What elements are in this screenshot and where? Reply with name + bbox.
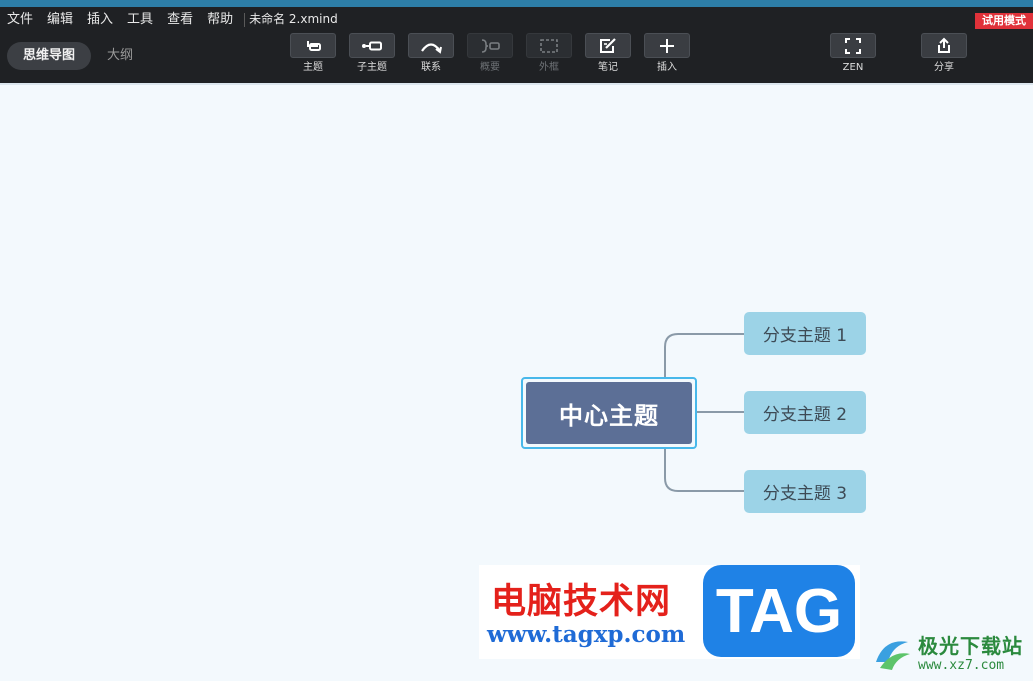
zen-button[interactable]: ZEN bbox=[829, 33, 877, 74]
subtopic-icon bbox=[362, 41, 382, 50]
watermark-xz7: 极光下载站 www.xz7.com bbox=[870, 630, 1030, 678]
summary-button[interactable]: 概要 bbox=[466, 33, 514, 74]
topic-label: 主题 bbox=[303, 62, 323, 73]
connector-branch-1 bbox=[664, 333, 744, 377]
watermark-tag-logo: TAG bbox=[703, 565, 855, 657]
menu-file[interactable]: 文件 bbox=[0, 7, 40, 32]
share-button[interactable]: 分享 bbox=[920, 33, 968, 74]
insert-label: 插入 bbox=[657, 62, 677, 73]
menu-divider bbox=[244, 12, 246, 27]
aurora-logo-icon bbox=[876, 641, 910, 670]
insert-button[interactable]: 插入 bbox=[643, 33, 691, 74]
relationship-button[interactable]: 联系 bbox=[407, 33, 455, 74]
fullscreen-icon bbox=[845, 37, 861, 54]
menu-help[interactable]: 帮助 bbox=[200, 7, 240, 32]
menu-tools[interactable]: 工具 bbox=[120, 7, 160, 32]
branch-topic-1[interactable]: 分支主题 1 bbox=[744, 312, 866, 355]
boundary-label: 外框 bbox=[539, 62, 559, 73]
toolbar: 思维导图 大纲 主题 子主题 联系 概要 外框 笔记 插入 ZEN 分享 bbox=[0, 32, 1033, 83]
document-title: 未命名 2.xmind bbox=[249, 12, 338, 26]
note-label: 笔记 bbox=[598, 62, 618, 73]
connector-branch-3 bbox=[664, 449, 744, 492]
trial-mode-badge[interactable]: 试用模式 bbox=[975, 13, 1033, 29]
menu-bar: 文件 编辑 插入 工具 查看 帮助 未命名 2.xmind bbox=[0, 7, 338, 32]
watermark-site-name: 电脑技术网 bbox=[491, 582, 672, 622]
tab-mindmap[interactable]: 思维导图 bbox=[7, 42, 92, 70]
subtopic-button[interactable]: 子主题 bbox=[348, 33, 396, 74]
relationship-label: 联系 bbox=[421, 62, 441, 73]
summary-label: 概要 bbox=[480, 62, 500, 73]
branch-topic-3[interactable]: 分支主题 3 bbox=[744, 470, 866, 513]
watermark-brand2-name: 极光下载站 bbox=[918, 634, 1023, 658]
watermark-tagxp: 电脑技术网 www.tagxp.com TAG bbox=[479, 565, 860, 659]
watermark-site-url: www.tagxp.com bbox=[487, 621, 686, 648]
central-topic[interactable]: 中心主题 bbox=[521, 377, 697, 449]
title-bar: 文件 编辑 插入 工具 查看 帮助 未命名 2.xmind 试用模式 bbox=[0, 7, 1033, 32]
note-pencil-icon bbox=[600, 37, 616, 53]
central-topic-label: 中心主题 bbox=[526, 382, 692, 444]
share-label: 分享 bbox=[934, 62, 954, 73]
topic-button[interactable]: 主题 bbox=[289, 33, 337, 74]
relationship-curve-icon bbox=[421, 42, 442, 54]
boundary-button[interactable]: 外框 bbox=[525, 33, 573, 74]
share-icon bbox=[938, 37, 950, 53]
note-button[interactable]: 笔记 bbox=[584, 33, 632, 74]
menu-view[interactable]: 查看 bbox=[160, 7, 200, 32]
topic-icon bbox=[307, 40, 321, 51]
boundary-dashed-icon bbox=[540, 38, 558, 53]
tab-outline[interactable]: 大纲 bbox=[91, 42, 149, 70]
view-switch: 思维导图 大纲 bbox=[7, 42, 149, 70]
watermark-brand2-url: www.xz7.com bbox=[918, 658, 1005, 673]
subtopic-label: 子主题 bbox=[357, 62, 387, 73]
menu-insert[interactable]: 插入 bbox=[80, 7, 120, 32]
window-top-strip bbox=[0, 0, 1033, 7]
branch-topic-2[interactable]: 分支主题 2 bbox=[744, 391, 866, 434]
summary-brace-icon bbox=[481, 38, 500, 53]
mindmap-canvas[interactable]: 中心主题 分支主题 1 分支主题 2 分支主题 3 电脑技术网 www.tagx… bbox=[0, 85, 1033, 681]
plus-icon bbox=[660, 38, 674, 53]
menu-edit[interactable]: 编辑 bbox=[40, 7, 80, 32]
zen-label: ZEN bbox=[842, 62, 864, 73]
